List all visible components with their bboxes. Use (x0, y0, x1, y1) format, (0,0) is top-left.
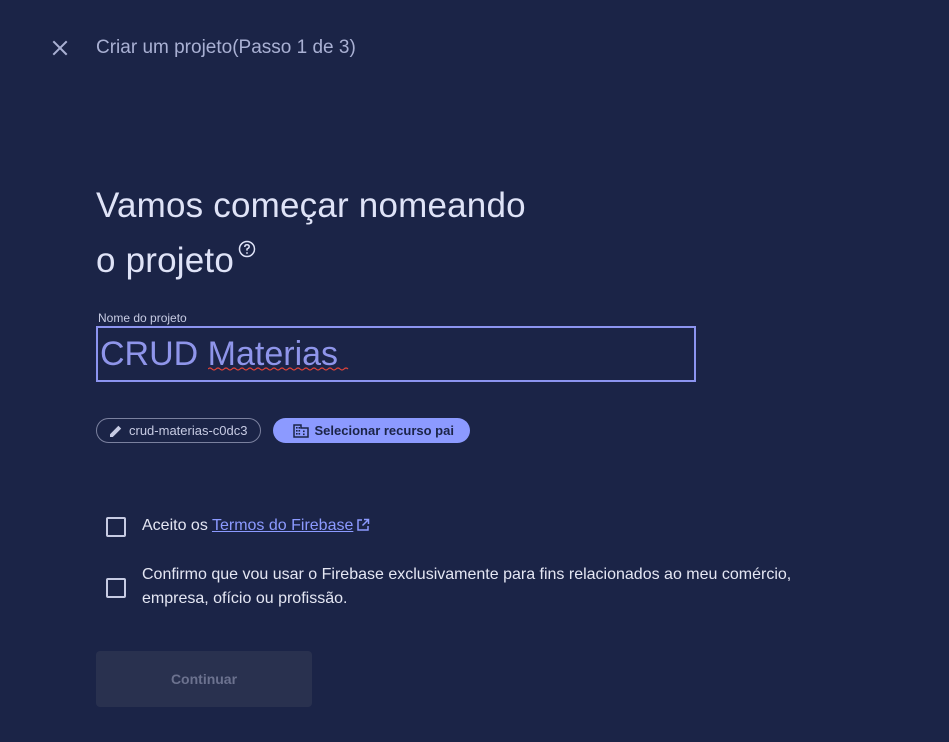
page-heading: Vamos começar nomeando o projeto (96, 178, 526, 288)
heading-line-1: Vamos começar nomeando (96, 186, 526, 225)
heading-line-2: o projeto (96, 241, 235, 280)
close-icon (52, 40, 68, 56)
firebase-terms-link[interactable]: Termos do Firebase (212, 517, 353, 534)
help-circle-icon[interactable] (238, 219, 256, 258)
terms-row: Aceito os Termos do Firebase (106, 514, 370, 538)
terms-text: Aceito os Termos do Firebase (142, 514, 370, 538)
spellcheck-underline (208, 367, 349, 371)
business-use-line-2: empresa, ofício ou profissão. (142, 590, 348, 607)
create-project-page: Criar um projeto(Passo 1 de 3) Vamos com… (0, 0, 949, 742)
select-parent-resource-button[interactable]: Selecionar recurso pai (272, 418, 470, 443)
terms-prefix: Aceito os (142, 517, 208, 534)
project-id-chip[interactable]: crud-materias-c0dc3 (96, 418, 261, 443)
parent-resource-label: Selecionar recurso pai (314, 423, 454, 438)
terms-checkbox[interactable] (106, 517, 126, 537)
project-name-label: Nome do projeto (98, 311, 187, 325)
pencil-icon (110, 425, 122, 437)
project-name-input[interactable] (96, 326, 696, 382)
business-use-text: Confirmo que vou usar o Firebase exclusi… (142, 563, 791, 611)
business-use-row: Confirmo que vou usar o Firebase exclusi… (106, 563, 791, 611)
business-use-line-1: Confirmo que vou usar o Firebase exclusi… (142, 566, 792, 583)
building-icon (292, 423, 309, 438)
close-button[interactable] (48, 36, 72, 60)
project-id-text: crud-materias-c0dc3 (129, 423, 248, 438)
business-use-checkbox[interactable] (106, 578, 126, 598)
project-chips: crud-materias-c0dc3 Selecionar recurso p… (96, 418, 470, 443)
step-title: Criar um projeto(Passo 1 de 3) (96, 37, 356, 58)
open-external-icon (357, 518, 370, 531)
continue-button[interactable]: Continuar (96, 651, 312, 707)
